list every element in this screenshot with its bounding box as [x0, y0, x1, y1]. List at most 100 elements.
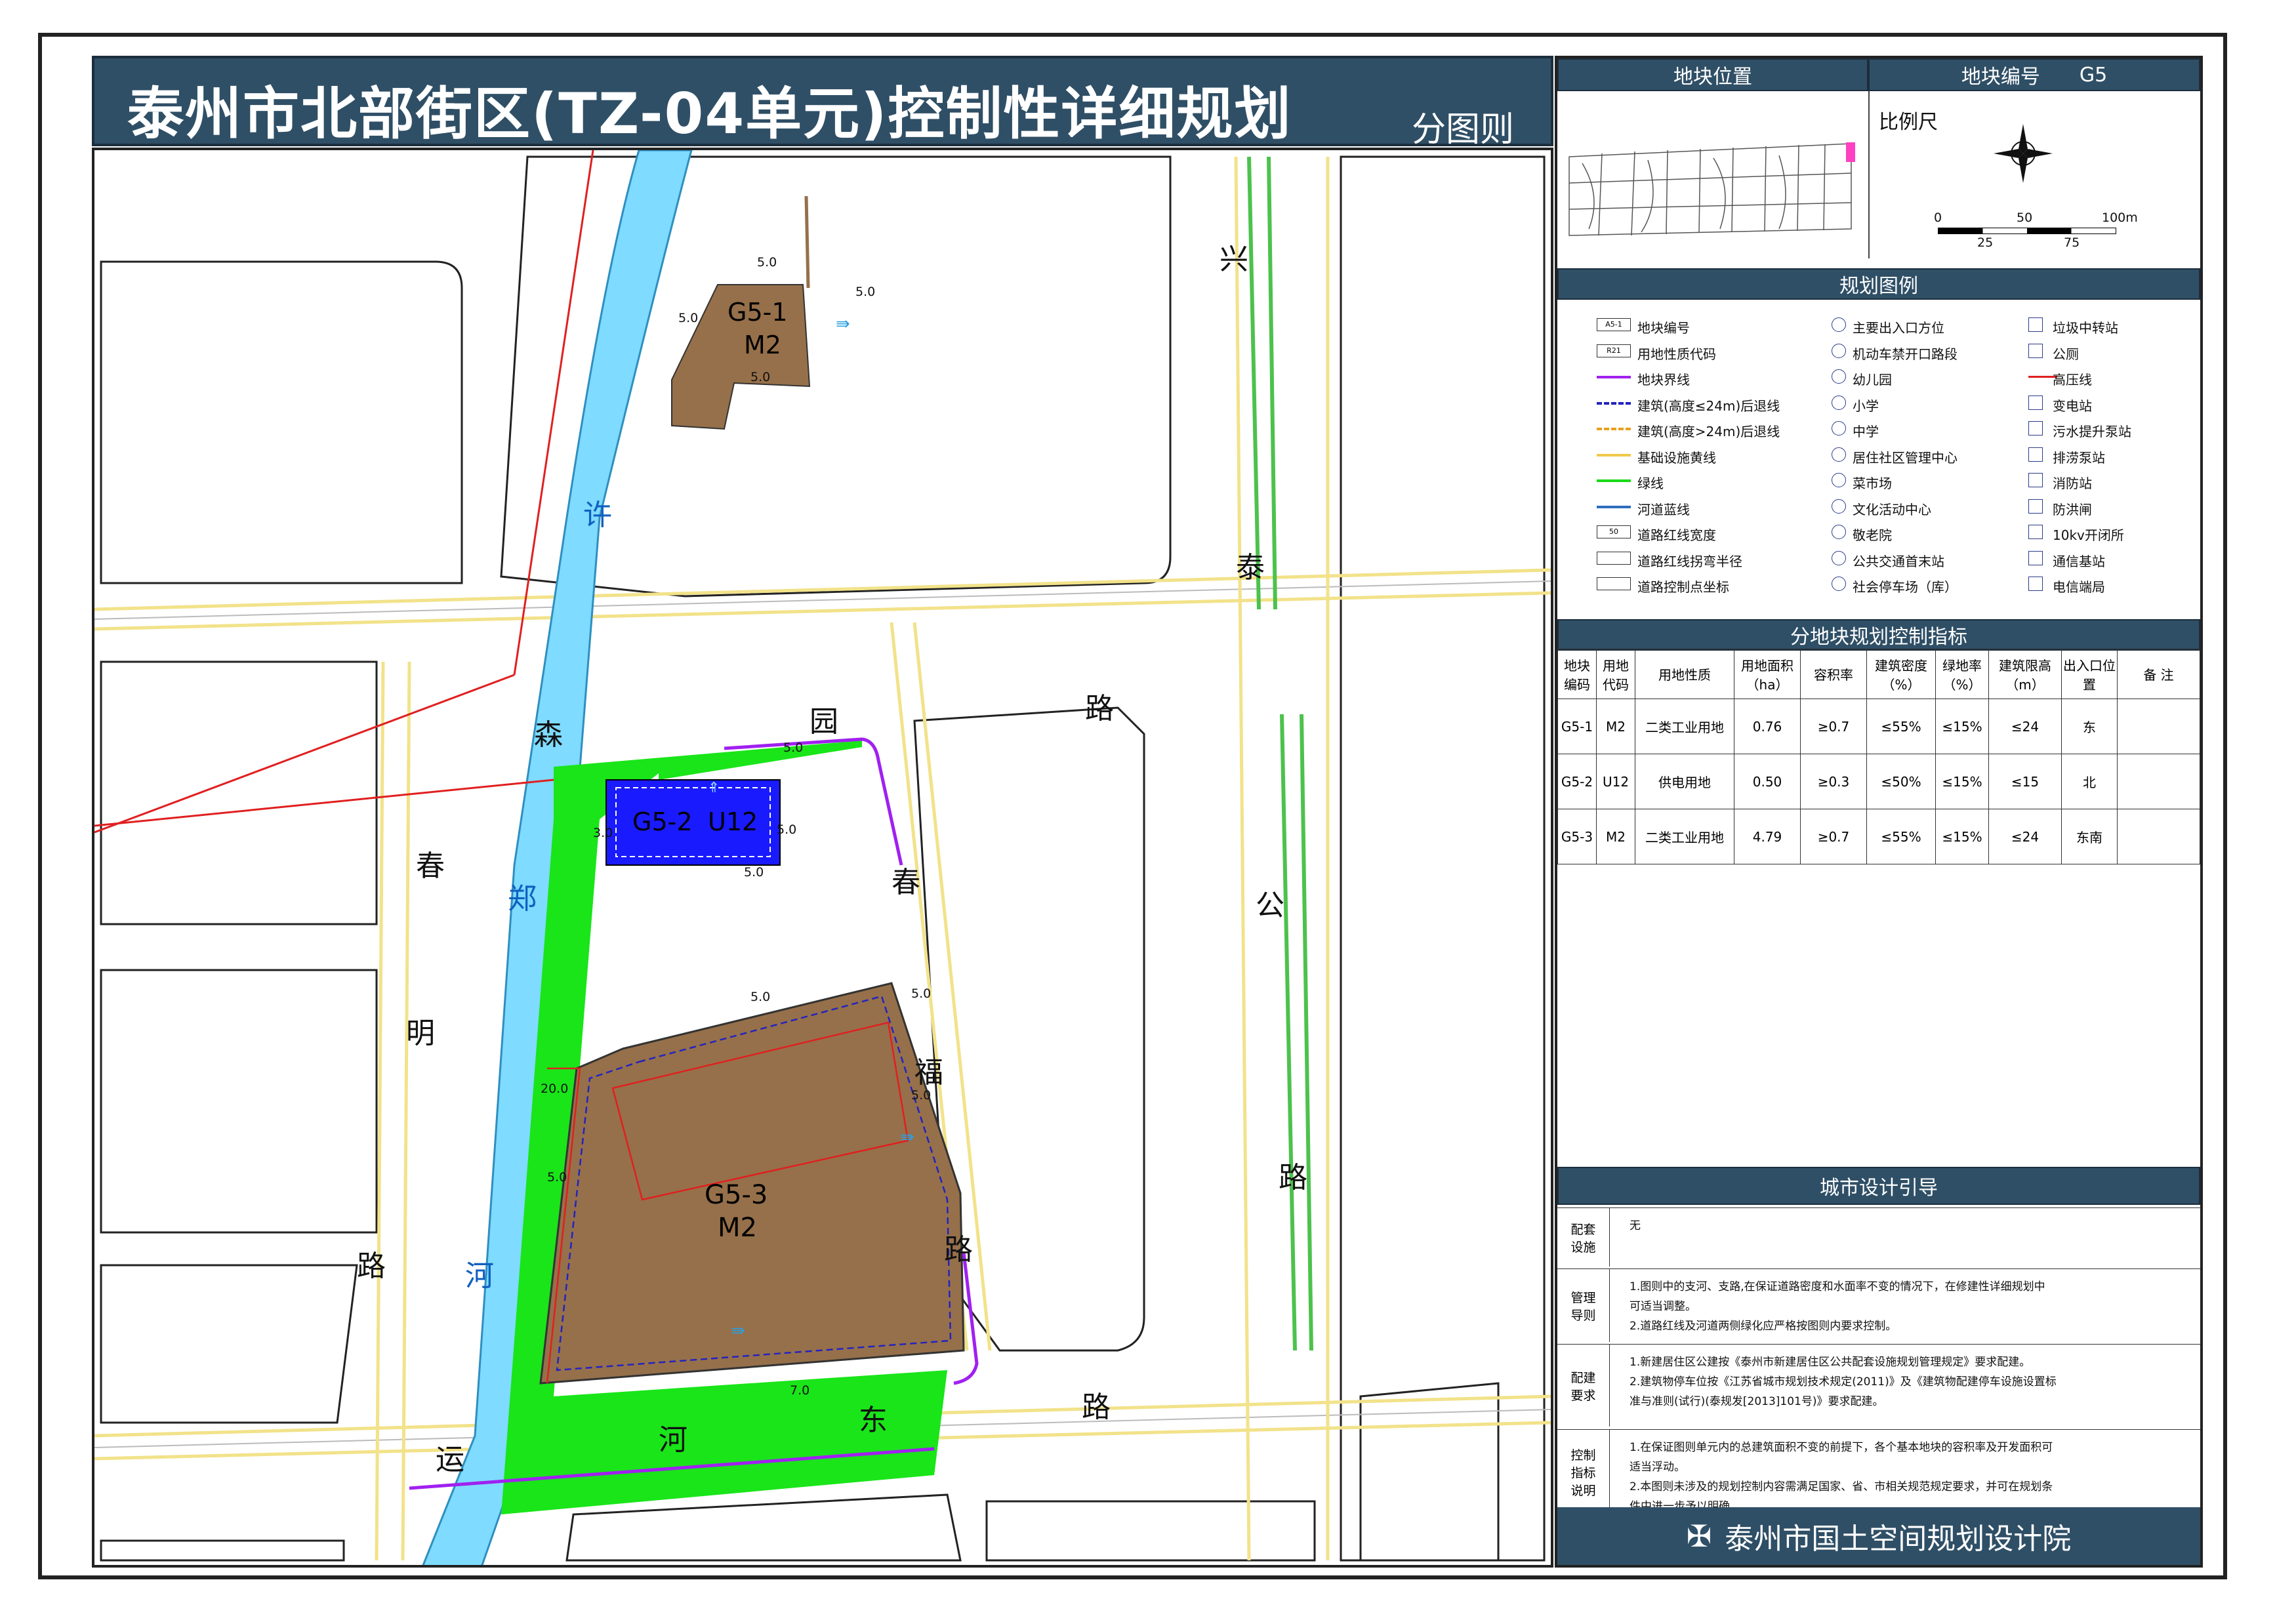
setback-dim: 7.0 [790, 1383, 810, 1398]
legend-symbol-icon [1597, 376, 1631, 378]
cell: 北 [2061, 754, 2118, 809]
entrance-arrow-icon: ⇛ [731, 1321, 745, 1341]
entrance-arrow-icon: ⇛ [836, 314, 850, 334]
legend-item-label: 幼儿园 [1853, 372, 1892, 388]
scale-tick: 0 [1934, 211, 1942, 225]
legend-item-label: 变电站 [2053, 397, 2092, 414]
plan-map[interactable]: G5-1 M2 G5-2 U12 G5-3 M2 兴 泰 公 路 森 园 路 春… [92, 148, 1553, 1568]
guide-row-text: 1.图则中的支河、支路,在保证道路密度和水面率不变的情况下，在修建性详细规划中可… [1630, 1280, 2045, 1333]
minimap-svg [1568, 142, 1855, 236]
road-name: 公 [1256, 889, 1284, 922]
legend-facility-icon [1832, 525, 1846, 539]
table-row: G5-2 U12 供电用地 0.50 ≥0.3 ≤50% ≤15% ≤15 北 [1557, 754, 2200, 809]
index-col: 用地面积（ha） [1734, 649, 1801, 699]
page-title: 泰州市北部街区(TZ-04单元)控制性详细规划 [127, 81, 1292, 147]
legend-facility-icon [2028, 447, 2043, 462]
cell: G5-1 [1557, 699, 1597, 754]
cell [2117, 754, 2200, 809]
legend-item-label: 道路红线拐弯半径 [1637, 553, 1742, 569]
setback-dim: 3.0 [593, 826, 613, 840]
road-name: 路 [1085, 692, 1114, 725]
legend-item-label: 河道蓝线 [1637, 501, 1690, 517]
cell: U12 [1596, 754, 1635, 809]
legend-item-label: 社会停车场（库） [1853, 579, 1958, 595]
scale-tick: 50 [2017, 211, 2033, 225]
legend-item-label: 排涝泵站 [2053, 449, 2105, 466]
table-row: G5-1 M2 二类工业用地 0.76 ≥0.7 ≤55% ≤15% ≤24 东 [1557, 699, 2200, 754]
cell [2117, 699, 2200, 754]
cell: ≤55% [1866, 809, 1936, 864]
index-col: 用地性质 [1635, 649, 1734, 699]
code-header-value: G5 [2079, 63, 2108, 87]
river-name: 许 [583, 498, 612, 532]
legend-facility-icon [2028, 317, 2043, 332]
legend-facility-icon [1832, 369, 1846, 384]
legend-item-label: 中学 [1853, 424, 1879, 439]
setback-dim: 5.0 [757, 255, 777, 270]
guide-row-label: 管理导则 [1557, 1269, 1610, 1342]
cell: G5-3 [1557, 809, 1597, 864]
road-name: 运 [436, 1443, 464, 1476]
legend-facility-icon [1832, 343, 1846, 358]
legend-item-label: 菜市场 [1853, 476, 1892, 491]
setback-dim: 20.0 [541, 1082, 569, 1096]
parcel-use-g5-1: M2 [744, 331, 781, 359]
cell: ≥0.7 [1800, 809, 1867, 864]
legend-item-label: 高压线 [2053, 372, 2092, 388]
legend-facility-icon [2028, 395, 2043, 410]
road-name: 路 [1082, 1390, 1111, 1424]
legend-facility-icon [1832, 473, 1846, 487]
road-name: 兴 [1220, 243, 1248, 276]
legend-item-label: 机动车禁开口路段 [1853, 346, 1958, 362]
cell: 东南 [2061, 809, 2118, 864]
legend-symbol-icon: A5-1 [1597, 318, 1631, 331]
cell: 二类工业用地 [1635, 809, 1734, 864]
guide-row: 管理导则 1.图则中的支河、支路,在保证道路密度和水面率不变的情况下，在修建性详细… [1557, 1268, 2200, 1342]
setback-dim: 5.0 [783, 740, 804, 755]
guide-row-label: 配套设施 [1557, 1208, 1610, 1267]
setback-dim: 5.0 [777, 822, 797, 837]
parcel-use-g5-2: U12 [708, 807, 758, 836]
location-header: 地块位置 [1557, 58, 1868, 91]
legend-item-label: 垃圾中转站 [2053, 320, 2118, 336]
legend-facility-icon [2028, 525, 2043, 539]
parcel-code-g5-3: G5-3 [705, 1180, 768, 1210]
index-col: 地块编码 [1557, 649, 1597, 699]
legend-item-label: 地块编号 [1637, 320, 1690, 336]
cell: 供电用地 [1635, 754, 1734, 809]
cell [2117, 809, 2200, 864]
cell: M2 [1596, 809, 1635, 864]
legend-item-label: 地块界线 [1637, 372, 1690, 388]
north-arrow-icon [1994, 124, 2053, 183]
legend-item-label: 居住社区管理中心 [1853, 449, 1958, 466]
index-col: 建筑密度（%） [1866, 649, 1936, 699]
legend-symbol-icon [1597, 479, 1631, 482]
cell: 东 [2061, 699, 2118, 754]
legend-facility-icon [1832, 317, 1846, 332]
legend-facility-icon [2028, 421, 2043, 436]
scale-tick: 75 [2064, 235, 2080, 250]
legend-symbol-icon [1597, 577, 1631, 590]
org-logo-icon: ✠ [1686, 1518, 1712, 1554]
cell: 0.76 [1734, 699, 1801, 754]
legend-item-label: 公厕 [2053, 346, 2079, 362]
info-panel: 地块位置 地块编号 G5 比例尺 0 50 100m 25 75 规划图例 A5… [1555, 56, 2203, 1568]
cell: ≤50% [1866, 754, 1936, 809]
legend-symbol-icon [1597, 453, 1631, 456]
location-minimap [1563, 98, 1866, 255]
legend-facility-icon [2028, 498, 2043, 514]
cell: 二类工业用地 [1635, 699, 1734, 754]
guide-row-text: 1.在保证图则单元内的总建筑面积不变的前提下，各个基本地块的容积率及开发面积可适… [1630, 1441, 2053, 1513]
legend-symbol-icon [1597, 428, 1631, 430]
cell: ≥0.3 [1800, 754, 1867, 809]
road-name: 福 [914, 1056, 943, 1089]
guide-row-text: 1.新建居住区公建按《泰州市新建居住区公共配套设施规划管理规定》要求配建。 2.建… [1630, 1356, 2057, 1408]
setback-dim: 5.0 [744, 865, 764, 880]
index-col: 容积率 [1800, 649, 1867, 699]
legend-item-label: 道路红线宽度 [1637, 527, 1716, 543]
road-name: 东 [859, 1404, 888, 1437]
guide-row-label: 配建要求 [1557, 1345, 1610, 1427]
river-name: 河 [465, 1259, 494, 1293]
road-name: 森 [534, 718, 563, 752]
road-name: 春 [892, 866, 920, 899]
